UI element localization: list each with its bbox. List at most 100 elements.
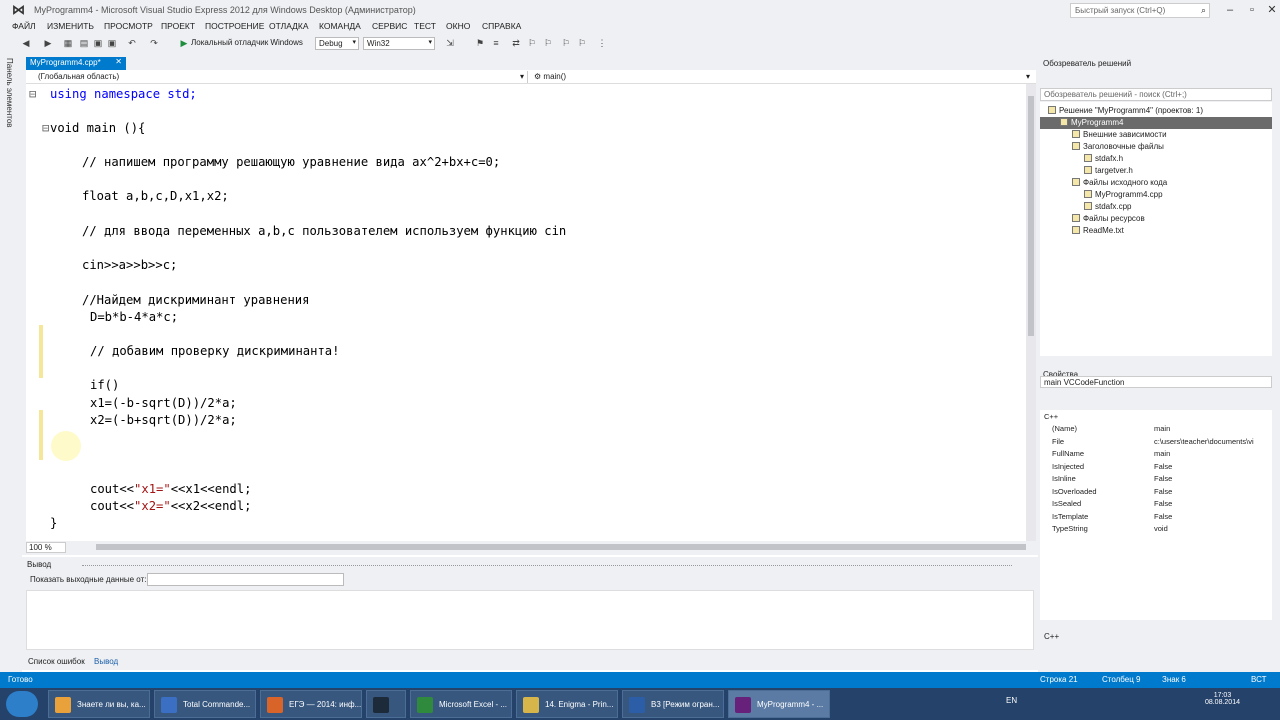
status-mode: ВСТ xyxy=(1251,675,1267,684)
member-select[interactable]: ⚙ main() xyxy=(532,71,1028,83)
task-label: 14. Enigma - Prin... xyxy=(545,700,614,709)
redo-icon[interactable]: ↷ xyxy=(148,37,160,49)
menu-file[interactable]: ФАЙЛ xyxy=(12,21,36,31)
platform-select[interactable]: Win32 ▾ xyxy=(363,37,435,50)
menu-edit[interactable]: ИЗМЕНИТЬ xyxy=(47,21,94,31)
open-icon[interactable]: ▤ xyxy=(78,37,90,49)
tab-error-list[interactable]: Список ошибок xyxy=(28,657,85,666)
category-header[interactable]: C++ xyxy=(1044,412,1058,421)
menu-window[interactable]: ОКНО xyxy=(446,21,470,31)
menu-project[interactable]: ПРОЕКТ xyxy=(161,21,195,31)
tree-item-headers[interactable]: Заголовочные файлы xyxy=(1072,142,1164,151)
bookmark-icon[interactable]: ⚑ xyxy=(474,37,486,49)
taskbar-item-enigma[interactable]: 14. Enigma - Prin... xyxy=(516,690,618,718)
zoom-select[interactable]: 100 % xyxy=(26,542,66,553)
close-icon[interactable]: ✕ xyxy=(115,57,122,66)
prop-value[interactable]: c:\users\teacher\documents\vi xyxy=(1154,437,1270,446)
solution-search-input[interactable]: Обозреватель решений - поиск (Ctrl+;) xyxy=(1040,88,1272,101)
task-label: Microsoft Excel - ... xyxy=(439,700,508,709)
language-indicator[interactable]: EN xyxy=(1006,696,1017,705)
taskbar-item-excel[interactable]: Microsoft Excel - ... xyxy=(410,690,512,718)
bookmark-clear-icon[interactable]: ⚐ xyxy=(560,37,572,49)
toolbar-options-icon[interactable]: ⋮ xyxy=(596,37,608,49)
toolbox-tab[interactable]: Панель элементов xyxy=(5,58,14,128)
close-button[interactable]: ✕ xyxy=(1260,2,1280,18)
code-editor[interactable]: ⊟ using namespace std; ⊟ void main (){ /… xyxy=(26,84,1026,541)
save-icon[interactable]: ▣ xyxy=(92,37,104,49)
prop-value[interactable]: False xyxy=(1154,487,1270,496)
tree-item-project[interactable]: MyProgramm4 xyxy=(1060,118,1123,127)
task-label: Total Commande... xyxy=(183,700,251,709)
method-icon: ⚙ xyxy=(534,72,544,81)
editor-horizontal-scrollbar[interactable]: 100 % xyxy=(26,541,1036,554)
collapse-icon[interactable]: ⊟ xyxy=(29,86,36,102)
config-select[interactable]: Debug ▾ xyxy=(315,37,359,50)
quick-launch-input[interactable]: Быстрый запуск (Ctrl+Q) ⌕ xyxy=(1070,3,1210,18)
prop-value[interactable]: False xyxy=(1154,474,1270,483)
menu-team[interactable]: КОМАНДА xyxy=(319,21,361,31)
prop-value[interactable]: False xyxy=(1154,462,1270,471)
excel-icon xyxy=(417,697,433,713)
start-debug-icon[interactable]: ▶ xyxy=(178,37,190,49)
step-icon[interactable]: ⇲ xyxy=(444,37,456,49)
tree-item-main-cpp[interactable]: MyProgramm4.cpp xyxy=(1084,190,1163,199)
properties-object-select[interactable]: main VCCodeFunction xyxy=(1040,376,1272,388)
menu-view[interactable]: ПРОСМОТР xyxy=(104,21,153,31)
prop-name: FullName xyxy=(1052,449,1085,458)
forward-icon[interactable]: ▶ xyxy=(42,37,54,49)
tree-item-readme[interactable]: ReadMe.txt xyxy=(1072,226,1124,235)
comment-icon[interactable]: ≡ xyxy=(490,37,502,49)
minimize-button[interactable]: – xyxy=(1218,2,1242,18)
chevron-down-icon[interactable]: ▾ xyxy=(518,71,526,83)
prop-value[interactable]: False xyxy=(1154,499,1270,508)
system-clock[interactable]: 17:03 08.08.2014 xyxy=(1205,692,1240,706)
new-project-icon[interactable]: ▦ xyxy=(62,37,74,49)
taskbar-item-visual-studio[interactable]: MyProgramm4 - ... xyxy=(728,690,830,718)
debugger-label[interactable]: Локальный отладчик Windows xyxy=(191,38,303,47)
menu-debug[interactable]: ОТЛАДКА xyxy=(269,21,309,31)
bookmark-next-icon[interactable]: ⚐ xyxy=(526,37,538,49)
collapse-icon[interactable]: ⊟ xyxy=(42,120,49,136)
taskbar-item-firefox[interactable]: ЕГЭ — 2014: инф... xyxy=(260,690,362,718)
save-all-icon[interactable]: ▣ xyxy=(106,37,118,49)
taskbar-item-word[interactable]: В3 [Режим огран... xyxy=(622,690,724,718)
output-content[interactable] xyxy=(26,590,1034,650)
tree-item-solution[interactable]: Решение "MyProgramm4" (проектов: 1) xyxy=(1048,106,1203,115)
code-line-7: //Найдем дискриминант уравнения xyxy=(82,293,310,307)
hscroll-thumb[interactable] xyxy=(96,544,1026,550)
prop-value[interactable]: False xyxy=(1154,512,1270,521)
output-source-select[interactable] xyxy=(147,573,344,586)
prop-value[interactable]: void xyxy=(1154,524,1270,533)
prop-value[interactable]: main xyxy=(1154,424,1270,433)
taskbar-item-screen[interactable] xyxy=(366,690,406,718)
menu-tools[interactable]: СЕРВИС xyxy=(372,21,407,31)
tab-output[interactable]: Вывод xyxy=(94,657,118,666)
taskbar-item-total-commander[interactable]: Total Commande... xyxy=(154,690,256,718)
prop-value[interactable]: main xyxy=(1154,449,1270,458)
menu-help[interactable]: СПРАВКА xyxy=(482,21,521,31)
scroll-thumb[interactable] xyxy=(1028,96,1034,336)
editor-vertical-scrollbar[interactable] xyxy=(1026,84,1036,541)
quick-launch-placeholder: Быстрый запуск (Ctrl+Q) xyxy=(1075,6,1166,15)
show-output-label: Показать выходные данные от: xyxy=(30,575,147,584)
tree-item-stdafx-h[interactable]: stdafx.h xyxy=(1084,154,1123,163)
document-tab[interactable]: MyProgramm4.cpp* ✕ xyxy=(26,57,126,70)
back-icon[interactable]: ◀ xyxy=(20,37,32,49)
menu-build[interactable]: ПОСТРОЕНИЕ xyxy=(205,21,264,31)
tree-item-resources[interactable]: Файлы ресурсов xyxy=(1072,214,1145,223)
format-icon[interactable]: ⇄ xyxy=(510,37,522,49)
menu-test[interactable]: ТЕСТ xyxy=(414,21,436,31)
taskbar-item-chrome[interactable]: Знаете ли вы, ка... xyxy=(48,690,150,718)
chevron-down-icon[interactable]: ▾ xyxy=(1024,71,1032,83)
tree-item-sources[interactable]: Файлы исходного кода xyxy=(1072,178,1167,187)
clock-date: 08.08.2014 xyxy=(1204,699,1240,706)
bookmark-list-icon[interactable]: ⚐ xyxy=(576,37,588,49)
scope-select[interactable]: (Глобальная область) xyxy=(36,71,528,83)
start-button[interactable] xyxy=(6,691,38,717)
bookmark-prev-icon[interactable]: ⚐ xyxy=(542,37,554,49)
status-line: Строка 21 xyxy=(1040,675,1078,684)
undo-icon[interactable]: ↶ xyxy=(126,37,138,49)
tree-item-targetver-h[interactable]: targetver.h xyxy=(1084,166,1133,175)
tree-item-external-deps[interactable]: Внешние зависимости xyxy=(1072,130,1167,139)
tree-item-stdafx-cpp[interactable]: stdafx.cpp xyxy=(1084,202,1131,211)
